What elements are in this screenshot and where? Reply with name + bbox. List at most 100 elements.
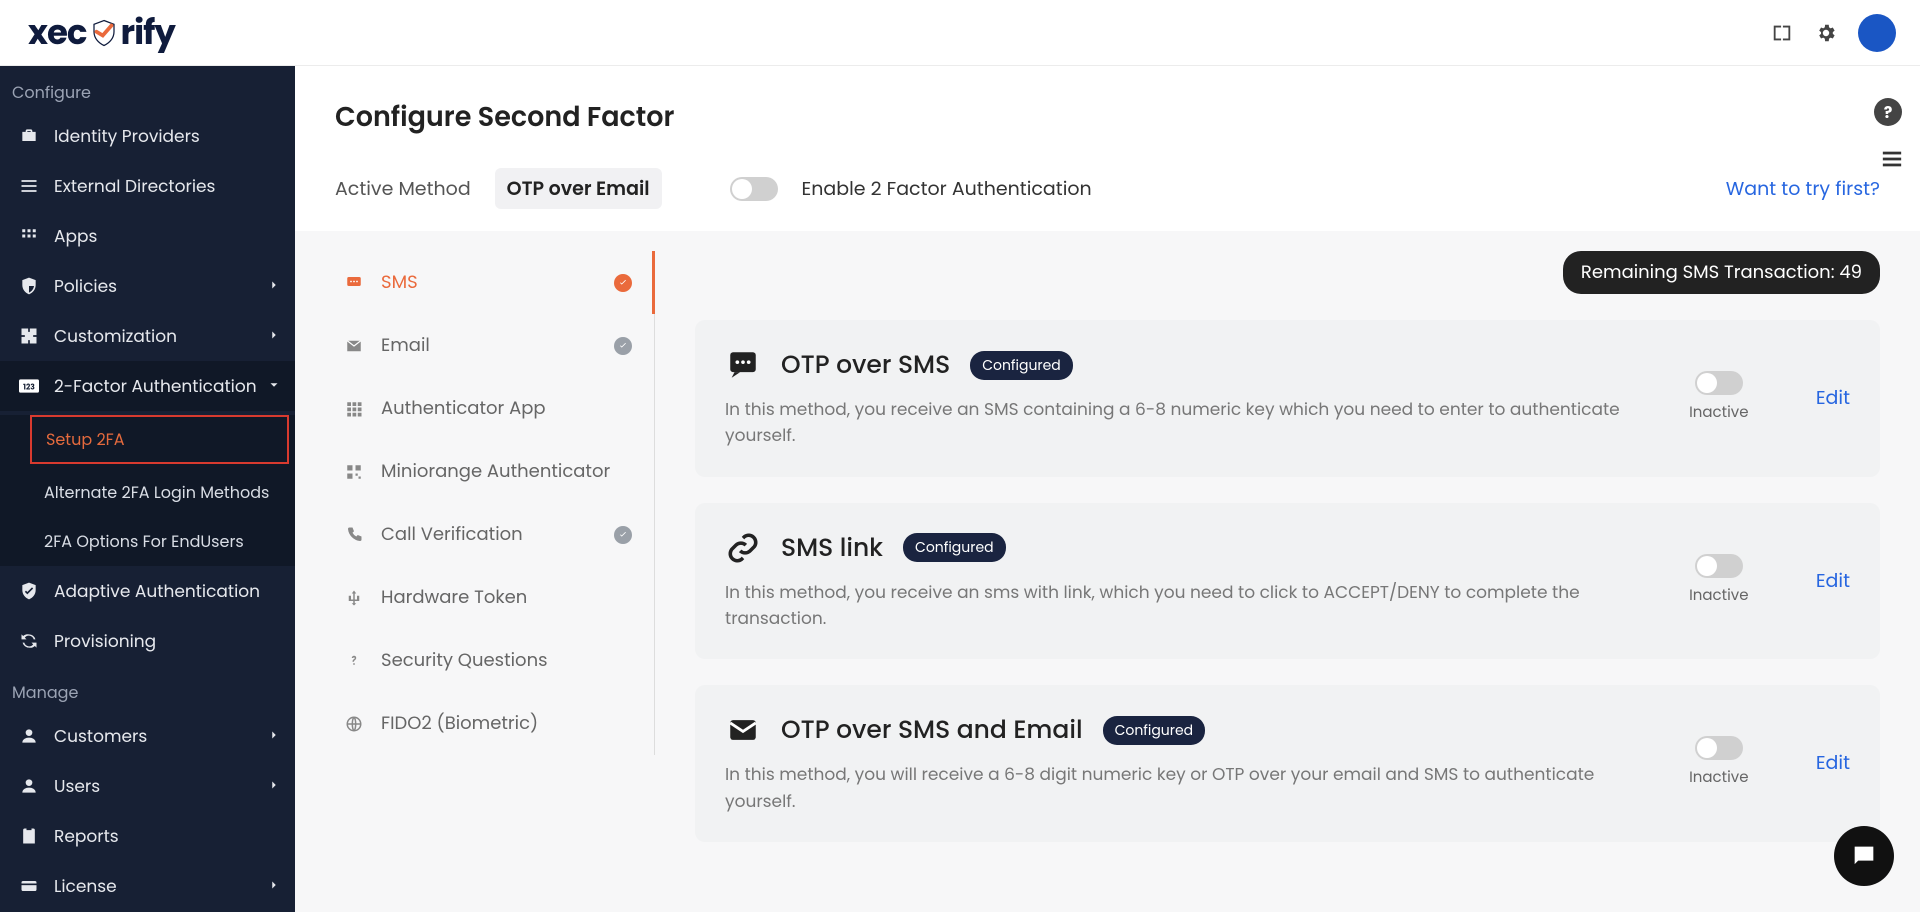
sidebar-item-users[interactable]: Users bbox=[0, 761, 295, 811]
remaining-sms-badge: Remaining SMS Transaction: 49 bbox=[1563, 251, 1880, 294]
method-label: Email bbox=[381, 332, 430, 359]
method-item-mo_auth[interactable]: Miniorange Authenticator bbox=[335, 440, 655, 503]
edit-link[interactable]: Edit bbox=[1816, 383, 1850, 412]
card-toggle[interactable] bbox=[1695, 554, 1743, 578]
enable-2fa-label: Enable 2 Factor Authentication bbox=[802, 174, 1092, 203]
sidebar-item-label: Adaptive Authentication bbox=[54, 578, 260, 604]
method-item-security_q[interactable]: Security Questions bbox=[335, 629, 655, 692]
sidebar-item-label: Customization bbox=[54, 323, 177, 349]
want-to-try-link[interactable]: Want to try first? bbox=[1726, 174, 1880, 203]
qr-icon bbox=[343, 461, 365, 483]
check-icon bbox=[614, 526, 632, 544]
method-label: SMS bbox=[381, 269, 418, 296]
sidebar-item-policies[interactable]: Policies bbox=[0, 261, 295, 311]
method-item-auth_app[interactable]: Authenticator App bbox=[335, 377, 655, 440]
card-status: Inactive bbox=[1689, 401, 1748, 424]
sync-icon bbox=[18, 630, 40, 652]
chat-button[interactable] bbox=[1834, 826, 1894, 886]
shield-check-icon bbox=[18, 580, 40, 602]
method-label: Call Verification bbox=[381, 521, 523, 548]
method-item-email[interactable]: Email bbox=[335, 314, 655, 377]
sidebar-item-provisioning[interactable]: Provisioning bbox=[0, 616, 295, 666]
card-icon bbox=[18, 875, 40, 897]
edit-link[interactable]: Edit bbox=[1816, 748, 1850, 777]
configured-badge: Configured bbox=[903, 533, 1006, 562]
enable-2fa-toggle[interactable] bbox=[730, 177, 778, 201]
brand-post: rify bbox=[121, 7, 175, 58]
card-toggle[interactable] bbox=[1695, 371, 1743, 395]
mail-icon bbox=[343, 335, 365, 357]
sidebar-item-customers[interactable]: Customers bbox=[0, 711, 295, 761]
card-toggle[interactable] bbox=[1695, 736, 1743, 760]
sidebar-item-apps[interactable]: Apps bbox=[0, 211, 295, 261]
sidebar-item-adaptive[interactable]: Adaptive Authentication bbox=[0, 566, 295, 616]
sidebar-item-label: Reports bbox=[54, 823, 119, 849]
chevron-down-icon bbox=[267, 373, 281, 399]
sidebar-item-label: Apps bbox=[54, 223, 97, 249]
sidebar-item-label: Users bbox=[54, 773, 100, 799]
sidebar-sub-alternate[interactable]: Alternate 2FA Login Methods bbox=[0, 468, 295, 517]
sidebar-section-manage: Manage bbox=[0, 666, 295, 711]
sidebar-sub-setup-2fa[interactable]: Setup 2FA bbox=[30, 415, 289, 464]
docs-icon[interactable] bbox=[1770, 21, 1794, 45]
method-label: FIDO2 (Biometric) bbox=[381, 710, 538, 737]
sidebar-item-label: 2-Factor Authentication bbox=[54, 373, 257, 399]
card-title: OTP over SMS and Email bbox=[781, 711, 1083, 749]
sidebar: Configure Identity Providers External Di… bbox=[0, 66, 295, 912]
sidebar-item-customization[interactable]: Customization bbox=[0, 311, 295, 361]
phone-icon bbox=[343, 524, 365, 546]
sidebar-item-label: License bbox=[54, 873, 117, 899]
clipboard-icon bbox=[18, 825, 40, 847]
usb-icon bbox=[343, 587, 365, 609]
edit-link[interactable]: Edit bbox=[1816, 566, 1850, 595]
mail-solid-icon bbox=[725, 712, 761, 748]
avatar[interactable] bbox=[1858, 14, 1896, 52]
sidebar-item-label: External Directories bbox=[54, 173, 215, 199]
sidebar-item-label: Policies bbox=[54, 273, 117, 299]
chevron-right-icon bbox=[267, 273, 281, 299]
method-item-hardware[interactable]: Hardware Token bbox=[335, 566, 655, 629]
shield-outline-icon bbox=[18, 275, 40, 297]
method-label: Miniorange Authenticator bbox=[381, 458, 610, 485]
sidebar-item-license[interactable]: License bbox=[0, 861, 295, 911]
gear-icon[interactable] bbox=[1814, 21, 1838, 45]
person-icon bbox=[18, 775, 40, 797]
page-title: Configure Second Factor bbox=[335, 98, 1880, 138]
grid-icon bbox=[18, 225, 40, 247]
svg-text:123: 123 bbox=[23, 381, 35, 392]
method-item-call[interactable]: Call Verification bbox=[335, 503, 655, 566]
sidebar-sub-2fa: Setup 2FA Alternate 2FA Login Methods 2F… bbox=[0, 415, 295, 566]
help-button[interactable]: ? bbox=[1874, 98, 1902, 126]
method-card-1: SMS linkConfiguredIn this method, you re… bbox=[695, 503, 1880, 660]
active-method-label: Active Method bbox=[335, 174, 471, 203]
chevron-right-icon bbox=[267, 873, 281, 899]
list-icon bbox=[18, 175, 40, 197]
method-label: Security Questions bbox=[381, 647, 547, 674]
check-icon bbox=[614, 337, 632, 355]
globe-icon bbox=[343, 713, 365, 735]
configured-badge: Configured bbox=[970, 351, 1073, 380]
active-method-value: OTP over Email bbox=[495, 168, 662, 209]
card-title: SMS link bbox=[781, 529, 883, 567]
sms-bubble-icon bbox=[725, 347, 761, 383]
sidebar-item-identity-providers[interactable]: Identity Providers bbox=[0, 111, 295, 161]
method-label: Authenticator App bbox=[381, 395, 546, 422]
puzzle-icon bbox=[18, 325, 40, 347]
method-card-0: OTP over SMSConfiguredIn this method, yo… bbox=[695, 320, 1880, 477]
shield-icon bbox=[89, 18, 119, 48]
topbar: xec rify bbox=[0, 0, 1920, 66]
method-item-sms[interactable]: SMS bbox=[335, 251, 655, 314]
sidebar-item-2fa[interactable]: 123 2-Factor Authentication bbox=[0, 361, 295, 411]
card-description: In this method, you receive an SMS conta… bbox=[725, 396, 1634, 449]
chevron-right-icon bbox=[267, 723, 281, 749]
card-description: In this method, you will receive a 6-8 d… bbox=[725, 761, 1634, 814]
sidebar-item-label: Identity Providers bbox=[54, 123, 200, 149]
sidebar-item-reports[interactable]: Reports bbox=[0, 811, 295, 861]
chevron-right-icon bbox=[267, 323, 281, 349]
configured-badge: Configured bbox=[1103, 716, 1206, 745]
sidebar-section-configure: Configure bbox=[0, 66, 295, 111]
sidebar-item-external-directories[interactable]: External Directories bbox=[0, 161, 295, 211]
sidebar-sub-options-endusers[interactable]: 2FA Options For EndUsers bbox=[0, 517, 295, 566]
method-item-fido2[interactable]: FIDO2 (Biometric) bbox=[335, 692, 655, 755]
hamburger-icon[interactable] bbox=[1878, 148, 1906, 177]
